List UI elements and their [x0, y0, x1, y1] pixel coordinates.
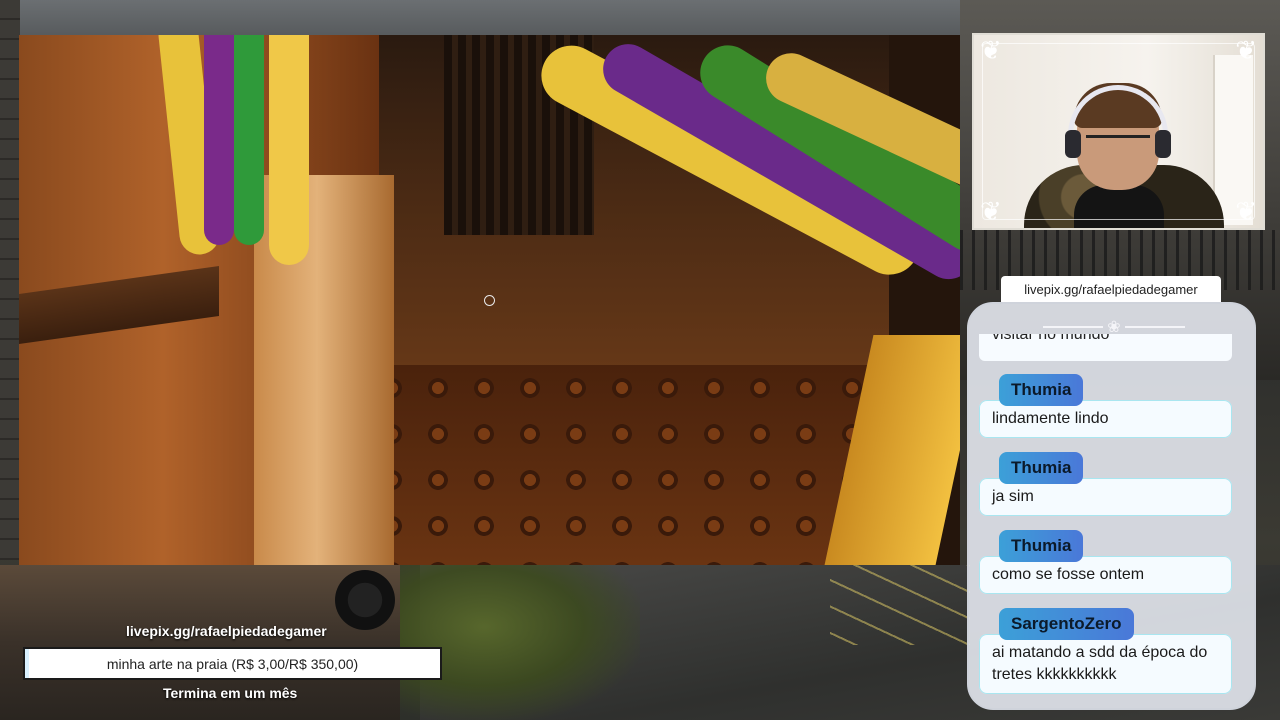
ornament-icon: ❀: [1039, 319, 1189, 336]
crosshair-icon: [484, 295, 495, 306]
game-tiled-floor: [369, 365, 889, 565]
donation-ends-text: Termina em um mês: [163, 685, 298, 701]
game-ribbon: [269, 35, 309, 265]
chat-panel: ❀ visitar no mundo lindamente lindo Thum…: [967, 302, 1256, 710]
background-grass: [380, 565, 640, 720]
chat-username: Thumia: [999, 452, 1084, 484]
chat-username: Thumia: [999, 530, 1084, 562]
chat-source-url: livepix.gg/rafaelpiedadegamer: [1001, 276, 1221, 302]
webcam-streamer-shirt: [1074, 185, 1164, 228]
webcam-streamer-glasses: [1086, 135, 1150, 149]
chat-message-text: visitar no mundo: [992, 334, 1110, 343]
background-car-wheel: [335, 570, 395, 630]
chat-username: Thumia: [999, 374, 1084, 406]
donation-url: livepix.gg/rafaelpiedadegamer: [126, 623, 327, 639]
game-ribbon: [204, 35, 234, 245]
ornament-icon: ❦: [980, 196, 1002, 226]
chat-message-partial: visitar no mundo: [979, 334, 1232, 361]
donation-goal-label: minha arte na praia (R$ 3,00/R$ 350,00): [106, 655, 359, 672]
chat-username: SargentoZero: [999, 608, 1134, 640]
background-building-left: [0, 0, 20, 560]
headset-earcup: [1065, 130, 1081, 158]
game-ribbon: [234, 35, 264, 245]
donation-progress-fill: [25, 649, 29, 678]
donation-goal-bar: minha arte na praia (R$ 3,00/R$ 350,00): [23, 647, 442, 680]
ornament-icon: ❦: [1235, 196, 1257, 226]
background-road-lines: [830, 565, 970, 645]
game-capture: [19, 35, 960, 565]
headset-earcup: [1155, 130, 1171, 158]
ornament-icon: ❦: [1235, 35, 1257, 65]
webcam-feed: ❦ ❦ ❦ ❦: [972, 33, 1265, 230]
chat-message-text: ai matando a sdd da época do tretes kkkk…: [979, 634, 1232, 694]
ornament-icon: ❦: [980, 35, 1002, 65]
